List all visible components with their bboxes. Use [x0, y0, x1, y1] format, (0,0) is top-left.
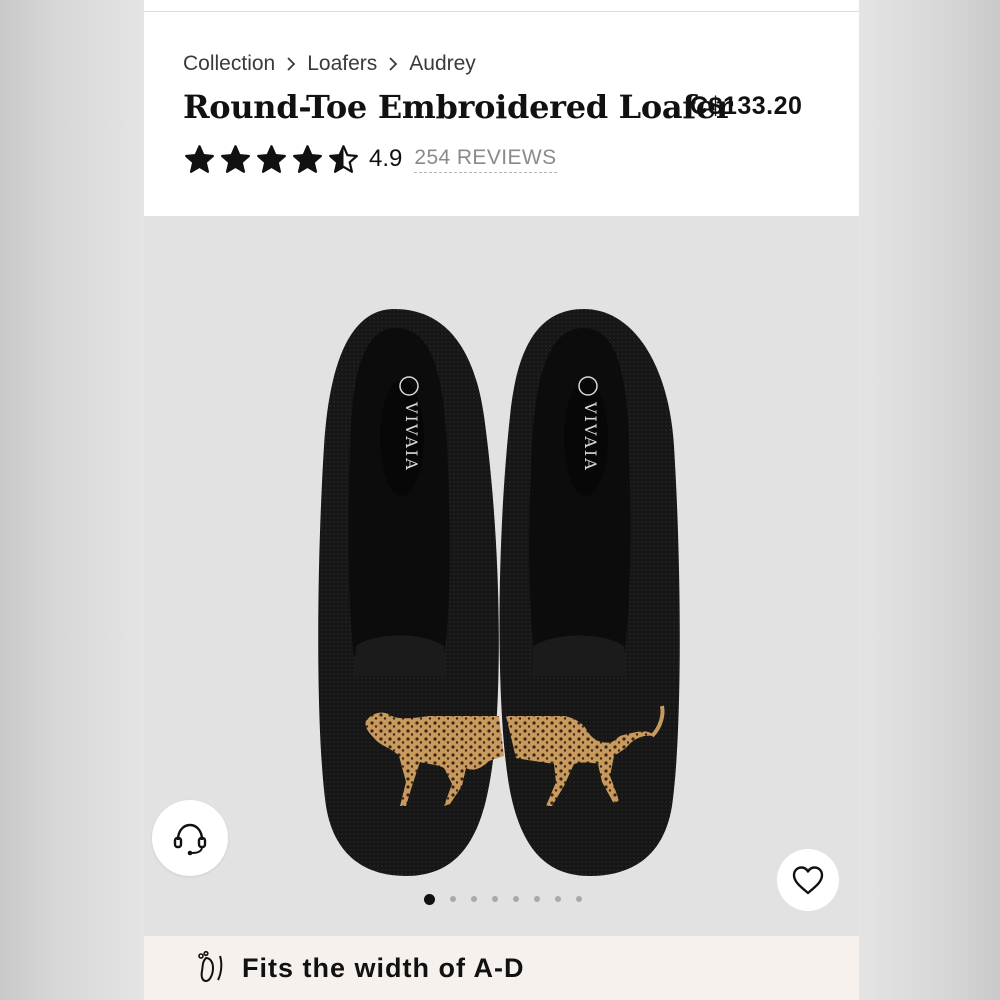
chevron-right-icon — [285, 56, 297, 72]
wishlist-button[interactable] — [777, 849, 839, 911]
breadcrumb-audrey[interactable]: Audrey — [409, 52, 476, 76]
chevron-right-icon — [387, 56, 399, 72]
right-shoe: VIVAIA — [499, 309, 680, 876]
product-image: VIVAIA VIVAIA — [318, 309, 680, 876]
brand-label: VIVAIA — [581, 401, 600, 472]
headset-icon — [173, 823, 207, 856]
brand-label: VIVAIA — [402, 401, 421, 472]
heart-icon — [792, 866, 824, 895]
breadcrumb: Collection Loafers Audrey — [183, 50, 476, 78]
rating-stars — [183, 144, 363, 174]
pagination-dot[interactable] — [450, 896, 456, 902]
product-title: Round-Toe Embroidered Loafer — [183, 88, 733, 126]
star-full-icon — [293, 145, 322, 173]
star-half-icon — [329, 145, 358, 173]
star-full-icon — [257, 145, 286, 173]
pagination-dot[interactable] — [471, 896, 477, 902]
pagination-dot[interactable] — [534, 896, 540, 902]
product-page: Collection Loafers Audrey Round-Toe Embr… — [144, 0, 859, 1000]
product-image-gallery[interactable]: VIVAIA VIVAIA — [144, 216, 859, 936]
fit-banner: Fits the width of A-D — [144, 936, 859, 1000]
rating-value: 4.9 — [369, 145, 403, 172]
pagination-dot[interactable] — [576, 896, 582, 902]
star-full-icon — [185, 145, 214, 173]
image-pagination — [424, 892, 597, 906]
star-full-icon — [221, 145, 250, 173]
breadcrumb-loafers[interactable]: Loafers — [307, 52, 377, 76]
product-price: C$133.20 — [690, 92, 803, 120]
pagination-dot[interactable] — [555, 896, 561, 902]
fit-text: Fits the width of A-D — [242, 952, 525, 983]
rating-row: 4.9 254 REVIEWS — [183, 142, 557, 176]
footprint-icon — [198, 950, 223, 983]
pagination-dot[interactable] — [492, 896, 498, 902]
divider — [144, 11, 859, 12]
reviews-link[interactable]: 254 REVIEWS — [414, 146, 557, 173]
pagination-dot-active[interactable] — [424, 893, 435, 905]
pagination-dot[interactable] — [513, 896, 519, 902]
breadcrumb-collection[interactable]: Collection — [183, 52, 275, 76]
customer-support-button[interactable] — [152, 800, 228, 876]
